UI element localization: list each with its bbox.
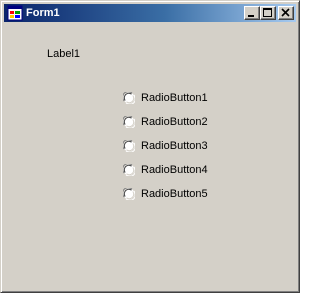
maximize-button[interactable] [260,6,276,20]
radio-circle-icon[interactable] [123,188,135,200]
title-bar[interactable]: Form1 [4,4,296,22]
close-button[interactable] [278,6,294,20]
radio-label: RadioButton5 [141,188,208,200]
radio-label: RadioButton1 [141,92,208,104]
radio-circle-icon[interactable] [123,164,135,176]
radio-label: RadioButton2 [141,116,208,128]
radio-label: RadioButton3 [141,140,208,152]
minimize-button[interactable] [244,6,260,20]
radio-circle-icon[interactable] [123,92,135,104]
label1: Label1 [47,48,81,60]
form1-window: Form1 Label1 RadioButton1 RadioButton2 R… [0,0,300,293]
maximize-icon [263,8,272,17]
radio-circle-icon[interactable] [123,116,135,128]
minimize-icon [248,15,254,17]
app-icon[interactable] [7,5,23,21]
window-title: Form1 [26,7,60,19]
radio-label: RadioButton4 [141,164,208,176]
radio-circle-icon[interactable] [123,140,135,152]
close-icon [281,8,290,17]
